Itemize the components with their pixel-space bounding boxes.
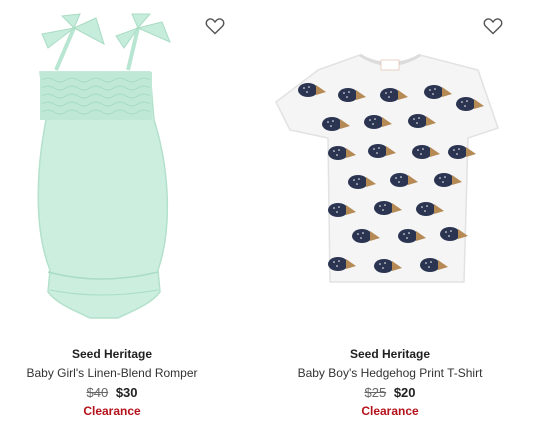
product-info: Seed Heritage Baby Boy's Hedgehog Print …	[278, 346, 502, 420]
heart-outline-icon	[483, 18, 503, 35]
product-image[interactable]	[0, 0, 260, 338]
clearance-badge: Clearance	[83, 404, 141, 418]
clearance-badge: Clearance	[361, 404, 419, 418]
product-brand: Seed Heritage	[71, 347, 153, 361]
original-price: $40	[86, 385, 109, 400]
product-prices: $40 $30	[0, 383, 224, 402]
product-image[interactable]	[268, 0, 528, 338]
wishlist-button[interactable]	[481, 14, 505, 38]
product-name[interactable]: Baby Girl's Linen-Blend Romper	[0, 364, 224, 382]
romper-image	[37, 13, 171, 319]
product-name[interactable]: Baby Boy's Hedgehog Print T-Shirt	[278, 364, 502, 382]
wishlist-button[interactable]	[203, 14, 227, 38]
original-price: $25	[364, 385, 387, 400]
hedgehog-tshirt-image	[275, 53, 499, 283]
product-brand: Seed Heritage	[349, 347, 431, 361]
product-info: Seed Heritage Baby Girl's Linen-Blend Ro…	[0, 346, 224, 420]
sale-price: $20	[393, 385, 416, 400]
sale-price: $30	[115, 385, 138, 400]
heart-outline-icon	[205, 18, 225, 35]
product-prices: $25 $20	[278, 383, 502, 402]
product-card[interactable]: Seed Heritage Baby Boy's Hedgehog Print …	[268, 0, 528, 439]
product-card[interactable]: Seed Heritage Baby Girl's Linen-Blend Ro…	[0, 0, 260, 439]
product-grid: Seed Heritage Baby Girl's Linen-Blend Ro…	[0, 0, 535, 439]
